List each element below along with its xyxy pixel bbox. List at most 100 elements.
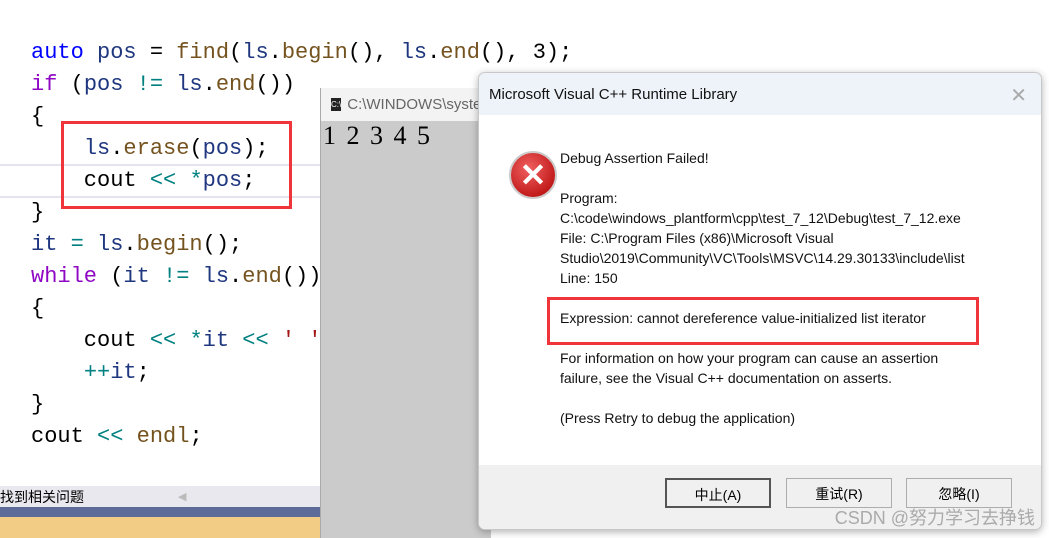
code-line: { xyxy=(31,101,44,133)
code-token: << xyxy=(97,424,124,449)
scroll-left-icon[interactable]: ◀ xyxy=(178,486,186,508)
retry-hint: (Press Retry to debug the application) xyxy=(560,410,796,426)
code-token: ( xyxy=(229,40,243,65)
code-line: cout << *it << ' ' xyxy=(31,325,322,357)
code-token: ls xyxy=(97,232,124,257)
code-token: ls xyxy=(176,72,203,97)
code-token: = xyxy=(136,40,177,65)
code-token: . xyxy=(110,136,124,161)
code-line: { xyxy=(31,293,44,325)
code-token: begin xyxy=(281,40,348,65)
watermark: CSDN @努力学习去挣钱 xyxy=(834,508,1035,528)
code-token: ( xyxy=(57,72,84,97)
code-token: ' ' xyxy=(281,328,322,353)
code-token: auto xyxy=(31,40,84,65)
line-number: Line: 150 xyxy=(560,270,618,286)
code-token: != xyxy=(123,72,177,97)
panel-bar xyxy=(0,507,330,517)
code-token: find xyxy=(176,40,230,65)
code-editor[interactable]: auto pos = find(ls.begin(), ls.end(), 3)… xyxy=(0,0,572,488)
code-token: end xyxy=(440,40,480,65)
abort-button[interactable]: 中止(A) xyxy=(665,478,771,508)
code-token: ls xyxy=(242,40,269,65)
code-token: ++ xyxy=(83,360,111,385)
code-token: = xyxy=(57,232,98,257)
program-path: C:\code\windows_plantform\cpp\test_7_12\… xyxy=(560,210,961,226)
code-token: it xyxy=(202,328,230,353)
code-token: . xyxy=(268,40,282,65)
code-token: ( xyxy=(97,264,124,289)
file-line1: File: C:\Program Files (x86)\Microsoft V… xyxy=(560,230,834,246)
code-token: cout xyxy=(31,328,150,353)
code-token: it xyxy=(31,232,58,257)
code-token: . xyxy=(123,232,137,257)
code-token: ; xyxy=(242,168,256,193)
dialog-title: Microsoft Visual C++ Runtime Library xyxy=(489,85,738,103)
code-token: (), 3); xyxy=(479,40,573,65)
code-token: pos xyxy=(202,136,243,161)
code-token: << xyxy=(149,328,177,353)
code-token: pos xyxy=(202,168,243,193)
info-line2: failure, see the Visual C++ documentatio… xyxy=(560,370,893,386)
output-bar xyxy=(0,517,330,538)
code-token: { xyxy=(31,104,45,129)
code-line: } xyxy=(31,197,44,229)
code-line: } xyxy=(31,389,44,421)
close-icon[interactable]: ✕ xyxy=(1010,83,1027,108)
code-token: { xyxy=(31,296,45,321)
program-label: Program: xyxy=(560,190,618,206)
code-token: cout xyxy=(31,424,98,449)
console-titlebar[interactable]: C:\ C:\WINDOWS\system32\cmd.exe xyxy=(321,88,491,121)
code-token: << xyxy=(149,168,177,193)
code-token: (); xyxy=(202,232,243,257)
code-line: ++it; xyxy=(31,357,150,389)
code-token: it xyxy=(123,264,150,289)
code-token: if xyxy=(31,72,58,97)
console-window[interactable]: C:\ C:\WINDOWS\system32\cmd.exe 1 2 3 4 … xyxy=(320,88,491,538)
code-token: begin xyxy=(136,232,203,257)
cmd-icon: C:\ xyxy=(331,98,342,111)
code-token: << xyxy=(242,328,269,353)
code-line: ls.erase(pos); xyxy=(31,133,269,165)
code-token: } xyxy=(31,392,45,417)
code-token: * xyxy=(189,328,203,353)
code-token: it xyxy=(110,360,137,385)
file-line2: Studio\2019\Community\VC\Tools\MSVC\14.2… xyxy=(560,250,965,266)
assertion-dialog: Microsoft Visual C++ Runtime Library ✕ ✕… xyxy=(478,72,1042,530)
code-token: pos xyxy=(97,40,137,65)
code-token: end xyxy=(242,264,282,289)
console-output: 1 2 3 4 5 xyxy=(323,121,430,150)
code-token: endl xyxy=(136,424,190,449)
code-token: erase xyxy=(123,136,190,161)
code-line: cout << endl; xyxy=(31,421,203,453)
code-token: != xyxy=(149,264,203,289)
code-token: ); xyxy=(242,136,269,161)
code-token: } xyxy=(31,200,45,225)
code-line: it = ls.begin(); xyxy=(31,229,242,261)
code-token: ()) xyxy=(281,264,322,289)
code-token: while xyxy=(31,264,98,289)
code-token: ; xyxy=(189,424,203,449)
code-token: ( xyxy=(189,136,203,161)
code-line: auto pos = find(ls.begin(), ls.end(), 3)… xyxy=(31,37,572,69)
code-token: (), xyxy=(347,40,401,65)
code-token: * xyxy=(189,168,203,193)
dialog-titlebar: Microsoft Visual C++ Runtime Library xyxy=(479,73,1041,115)
console-title: C:\WINDOWS\system32\cmd.exe xyxy=(347,96,491,113)
code-token: cout xyxy=(31,168,150,193)
code-token: end xyxy=(215,72,256,97)
code-token: . xyxy=(202,72,216,97)
code-token: . xyxy=(229,264,243,289)
code-token: ()) xyxy=(255,72,296,97)
info-line1: For information on how your program can … xyxy=(560,350,939,366)
code-token: ; xyxy=(136,360,150,385)
code-line: if (pos != ls.end()) xyxy=(31,69,295,101)
